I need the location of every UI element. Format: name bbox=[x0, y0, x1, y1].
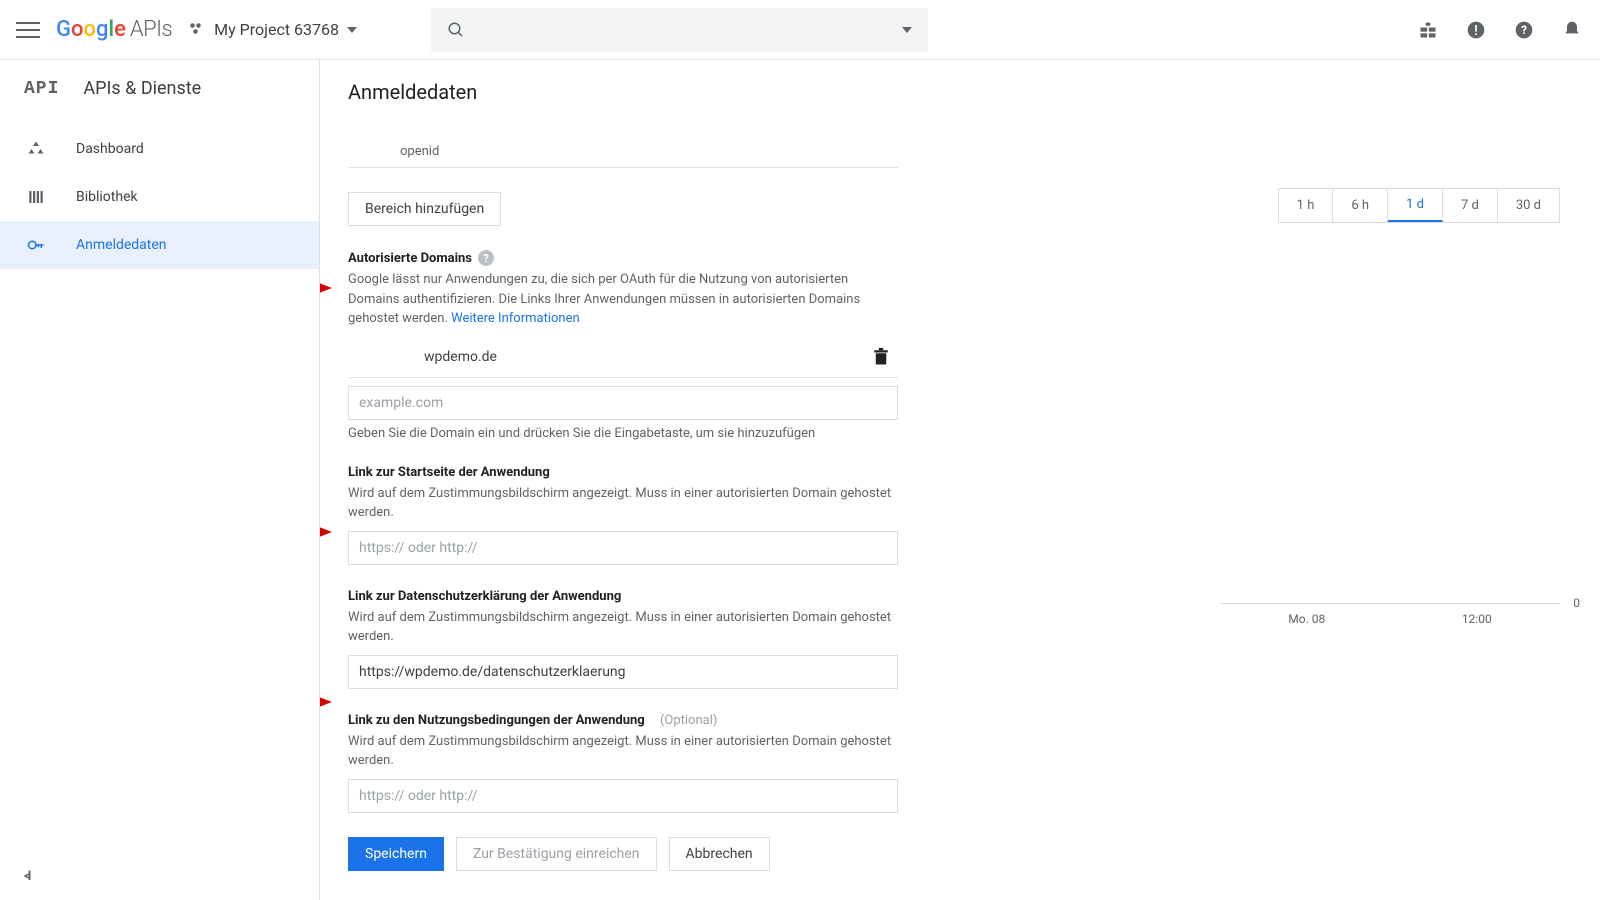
annotation-6: 6 bbox=[320, 512, 332, 552]
chart-x-labels: Mo. 08 12:00 bbox=[1220, 612, 1560, 626]
notifications-icon[interactable] bbox=[1560, 18, 1584, 42]
chart-zero-label: 0 bbox=[1573, 596, 1580, 610]
sidebar-item-credentials[interactable]: Anmeldedaten bbox=[0, 221, 319, 269]
annotation-5: 5 bbox=[320, 268, 332, 308]
scope-openid: openid bbox=[348, 144, 898, 159]
help-icon[interactable]: ? bbox=[1512, 18, 1536, 42]
time-range-1d[interactable]: 1 d bbox=[1388, 189, 1443, 222]
time-range-1h[interactable]: 1 h bbox=[1279, 189, 1334, 222]
sidebar-item-label: Bibliothek bbox=[76, 189, 138, 205]
domain-input-hint: Geben Sie die Domain ein und drücken Sie… bbox=[348, 426, 898, 441]
more-info-link[interactable]: Weitere Informationen bbox=[451, 311, 580, 326]
collapse-sidebar-icon[interactable]: <I bbox=[24, 869, 28, 884]
sidebar-item-label: Anmeldedaten bbox=[76, 237, 167, 253]
time-range-selector: 1 h 6 h 1 d 7 d 30 d bbox=[1278, 188, 1560, 223]
time-range-6h[interactable]: 6 h bbox=[1333, 189, 1388, 222]
cancel-button[interactable]: Abbrechen bbox=[669, 837, 770, 871]
sidebar-item-dashboard[interactable]: Dashboard bbox=[0, 125, 319, 173]
search-bar[interactable] bbox=[431, 8, 928, 52]
search-icon bbox=[447, 21, 465, 39]
topbar: Google APIs My Project 63768 ? bbox=[0, 0, 1600, 60]
sidebar: API APIs & Dienste Dashboard Bibliothek bbox=[0, 60, 320, 900]
homepage-link-input[interactable] bbox=[348, 531, 898, 565]
sidebar-header: API APIs & Dienste bbox=[0, 60, 319, 117]
main-content: Anmeldedaten 5 6 7 openid Bereich hinzuf… bbox=[320, 60, 1600, 900]
privacy-link-input[interactable] bbox=[348, 655, 898, 689]
search-input[interactable] bbox=[477, 21, 902, 38]
homepage-link-desc: Wird auf dem Zustimmungsbildschirm angez… bbox=[348, 484, 898, 523]
save-button[interactable]: Speichern bbox=[348, 837, 444, 871]
time-range-30d[interactable]: 30 d bbox=[1498, 189, 1559, 222]
domain-row: wpdemo.de bbox=[348, 337, 898, 378]
authorized-domains-desc: Google lässt nur Anwendungen zu, die sic… bbox=[348, 270, 898, 329]
project-icon bbox=[188, 21, 206, 39]
time-range-7d[interactable]: 7 d bbox=[1443, 189, 1498, 222]
homepage-link-title: Link zur Startseite der Anwendung bbox=[348, 465, 898, 480]
sidebar-item-label: Dashboard bbox=[76, 141, 144, 157]
topbar-actions: ? bbox=[1416, 18, 1584, 42]
metrics-panel: 1 h 6 h 1 d 7 d 30 d 0 Mo. 08 12:00 bbox=[1220, 188, 1560, 626]
search-dropdown-icon[interactable] bbox=[902, 27, 912, 33]
chart-area: 0 Mo. 08 12:00 bbox=[1220, 603, 1560, 626]
terms-link-desc: Wird auf dem Zustimmungsbildschirm angez… bbox=[348, 732, 898, 771]
sidebar-title: APIs & Dienste bbox=[83, 78, 201, 99]
chevron-down-icon bbox=[347, 27, 357, 33]
sidebar-nav: Dashboard Bibliothek Anmeldedaten bbox=[0, 125, 319, 269]
domain-input[interactable] bbox=[348, 386, 898, 420]
add-scope-button[interactable]: Bereich hinzufügen bbox=[348, 192, 501, 226]
chart-label: 12:00 bbox=[1462, 612, 1492, 626]
divider bbox=[348, 167, 898, 168]
trash-icon[interactable] bbox=[872, 347, 890, 367]
help-icon[interactable]: ? bbox=[478, 250, 494, 266]
api-mark: API bbox=[24, 79, 59, 99]
chart-axis-x: 0 bbox=[1220, 603, 1560, 604]
terms-link-input[interactable] bbox=[348, 779, 898, 813]
page-title: Anmeldedaten bbox=[320, 60, 1600, 144]
google-apis-logo[interactable]: Google APIs bbox=[56, 17, 172, 42]
authorized-domains-title: Autorisierte Domains ? bbox=[348, 250, 898, 266]
form-button-row: Speichern Zur Bestätigung einreichen Abb… bbox=[348, 837, 898, 871]
terms-link-title: Link zu den Nutzungsbedingungen der Anwe… bbox=[348, 713, 898, 728]
annotation-7: 7 bbox=[320, 682, 332, 722]
alert-icon[interactable] bbox=[1464, 18, 1488, 42]
chart-label: Mo. 08 bbox=[1288, 612, 1325, 626]
privacy-link-title: Link zur Datenschutzerklärung der Anwend… bbox=[348, 589, 898, 604]
gift-icon[interactable] bbox=[1416, 18, 1440, 42]
library-icon bbox=[24, 188, 48, 206]
hamburger-menu-icon[interactable] bbox=[16, 18, 40, 42]
dashboard-icon bbox=[24, 140, 48, 158]
project-selector[interactable]: My Project 63768 bbox=[188, 20, 357, 39]
logo-apis-text: APIs bbox=[130, 17, 172, 42]
sidebar-item-library[interactable]: Bibliothek bbox=[0, 173, 319, 221]
project-name: My Project 63768 bbox=[214, 20, 339, 39]
svg-text:?: ? bbox=[1521, 23, 1527, 37]
submit-verification-button: Zur Bestätigung einreichen bbox=[456, 837, 657, 871]
domain-value: wpdemo.de bbox=[424, 349, 872, 365]
key-icon bbox=[24, 236, 48, 254]
privacy-link-desc: Wird auf dem Zustimmungsbildschirm angez… bbox=[348, 608, 898, 647]
